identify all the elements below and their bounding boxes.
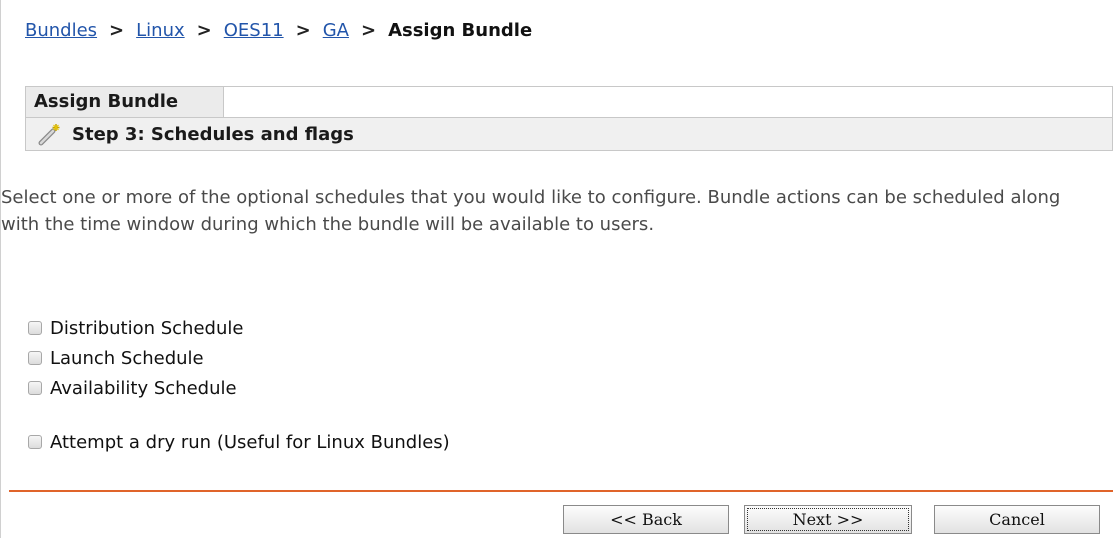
breadcrumb-bundles-link[interactable]: Bundles xyxy=(25,20,97,41)
panel-title: Assign Bundle xyxy=(26,87,224,117)
dry-run-checkbox[interactable] xyxy=(28,435,42,449)
schedule-options: Distribution Schedule Launch Schedule Av… xyxy=(28,313,450,457)
distribution-schedule-label: Distribution Schedule xyxy=(50,317,244,339)
launch-schedule-label: Launch Schedule xyxy=(50,347,204,369)
wizard-page: Bundles > Linux > OES11 > GA > Assign Bu… xyxy=(0,0,1114,538)
footer-divider xyxy=(9,490,1113,492)
distribution-schedule-checkbox[interactable] xyxy=(28,321,42,335)
cancel-button[interactable]: Cancel xyxy=(934,505,1100,534)
chevron-right-icon: > xyxy=(360,20,377,41)
availability-schedule-option[interactable]: Availability Schedule xyxy=(28,373,450,403)
step-title: Step 3: Schedules and flags xyxy=(72,123,354,145)
breadcrumb-linux-link[interactable]: Linux xyxy=(136,20,185,41)
panel-header: Assign Bundle xyxy=(25,86,1113,117)
chevron-right-icon: > xyxy=(109,20,125,41)
chevron-right-icon: > xyxy=(196,20,212,41)
breadcrumb-ga-link[interactable]: GA xyxy=(323,20,349,41)
dry-run-label: Attempt a dry run (Useful for Linux Bund… xyxy=(50,431,450,453)
breadcrumb-oes11-link[interactable]: OES11 xyxy=(224,20,284,41)
availability-schedule-label: Availability Schedule xyxy=(50,377,237,399)
wizard-buttons: << Back Next >> Cancel xyxy=(1,505,1114,535)
distribution-schedule-option[interactable]: Distribution Schedule xyxy=(28,313,450,343)
back-button[interactable]: << Back xyxy=(563,505,729,534)
launch-schedule-option[interactable]: Launch Schedule xyxy=(28,343,450,373)
magic-wand-icon xyxy=(38,122,62,146)
dry-run-option[interactable]: Attempt a dry run (Useful for Linux Bund… xyxy=(28,427,450,457)
wizard-panel: Assign Bundle Step 3: Schedules and flag… xyxy=(25,86,1113,151)
breadcrumb: Bundles > Linux > OES11 > GA > Assign Bu… xyxy=(25,20,532,41)
launch-schedule-checkbox[interactable] xyxy=(28,351,42,365)
breadcrumb-current: Assign Bundle xyxy=(388,20,533,41)
next-button[interactable]: Next >> xyxy=(744,505,912,534)
step-header: Step 3: Schedules and flags xyxy=(25,117,1113,151)
availability-schedule-checkbox[interactable] xyxy=(28,381,42,395)
chevron-right-icon: > xyxy=(295,20,311,41)
instructions-text: Select one or more of the optional sched… xyxy=(1,187,1061,235)
